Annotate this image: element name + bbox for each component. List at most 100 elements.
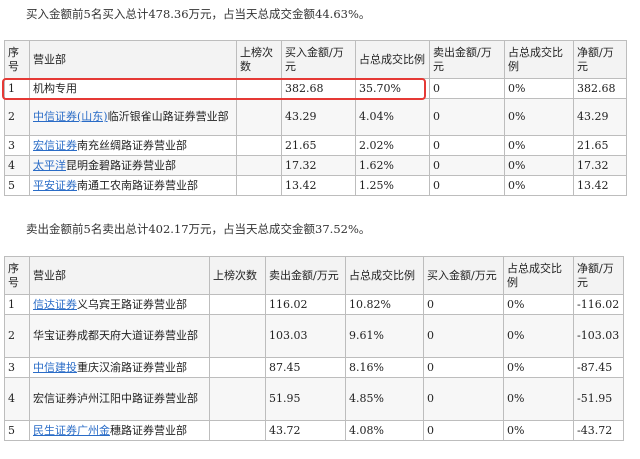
- dept-name: 穗路证券营业部: [110, 423, 187, 437]
- row-dept: 信达证券义乌宾王路证券营业部: [29, 294, 210, 315]
- header-buy-amount: 买入金额/万元: [281, 40, 356, 79]
- table-row: 2 中信证券(山东)临沂银雀山路证券营业部 43.29 4.04% 0 0% 4…: [4, 98, 627, 136]
- table-row: 4 太平洋昆明金碧路证券营业部 17.32 1.62% 0 0% 17.32: [4, 155, 627, 176]
- row-sell-pct: 0%: [504, 155, 574, 176]
- dept-link[interactable]: 民生证券广州金: [33, 424, 110, 437]
- row-sell-amount: 116.02: [265, 294, 346, 315]
- row-net: -116.02: [573, 294, 624, 315]
- header-sell-amount: 卖出金额/万元: [265, 256, 346, 295]
- dept-link[interactable]: 中信证券(山东): [33, 110, 108, 123]
- header-sell-pct: 占总成交比例: [345, 256, 424, 295]
- row-times: [209, 377, 266, 421]
- dept-link[interactable]: 太平洋: [33, 159, 66, 172]
- row-times: [236, 78, 282, 99]
- row-buy-pct: 0%: [503, 357, 574, 378]
- header-net: 净额/万元: [573, 40, 627, 79]
- header-dept: 营业部: [29, 40, 237, 79]
- row-times: [209, 357, 266, 378]
- row-dept: 机构专用: [29, 78, 237, 99]
- dept-link[interactable]: 宏信证券: [33, 139, 77, 152]
- row-sell-pct: 0%: [504, 78, 574, 99]
- header-times: 上榜次数: [236, 40, 282, 79]
- header-net: 净额/万元: [573, 256, 624, 295]
- dept-name: 重庆汉渝路证券营业部: [77, 360, 187, 374]
- row-no: 5: [4, 175, 30, 196]
- row-sell-amount: 0: [429, 155, 505, 176]
- row-buy-pct: 0%: [503, 314, 574, 358]
- table-row: 5 平安证券南通工农南路证券营业部 13.42 1.25% 0 0% 13.42: [4, 175, 627, 196]
- row-net: 21.65: [573, 135, 627, 156]
- row-buy-pct: 4.04%: [355, 98, 430, 136]
- row-buy-amount: 13.42: [281, 175, 356, 196]
- row-dept: 宏信证券南充丝绸路证券营业部: [29, 135, 237, 156]
- row-dept: 民生证券广州金穗路证券营业部: [29, 420, 210, 441]
- row-net: 17.32: [573, 155, 627, 176]
- row-buy-amount: 0: [423, 420, 504, 441]
- row-sell-amount: 87.45: [265, 357, 346, 378]
- row-times: [236, 98, 282, 136]
- row-times: [209, 314, 266, 358]
- row-sell-amount: 0: [429, 135, 505, 156]
- dept-link[interactable]: 中信建投: [33, 361, 77, 374]
- row-dept: 平安证券南通工农南路证券营业部: [29, 175, 237, 196]
- row-sell-amount: 0: [429, 78, 505, 99]
- row-buy-pct: 0%: [503, 294, 574, 315]
- row-buy-amount: 21.65: [281, 135, 356, 156]
- row-net: -51.95: [573, 377, 624, 421]
- header-buy-amount: 买入金额/万元: [423, 256, 504, 295]
- row-buy-pct: 0%: [503, 377, 574, 421]
- row-sell-pct: 4.08%: [345, 420, 424, 441]
- table-row: 3 中信建投重庆汉渝路证券营业部 87.45 8.16% 0 0% -87.45: [4, 357, 624, 378]
- row-times: [209, 294, 266, 315]
- row-dept: 中信建投重庆汉渝路证券营业部: [29, 357, 210, 378]
- buy-summary: 买入金额前5名买入总计478.36万元，占当天总成交金额44.63%。: [26, 7, 371, 21]
- table-row: 4 宏信证券泸州江阳中路证券营业部 51.95 4.85% 0 0% -51.9…: [4, 377, 624, 421]
- row-sell-pct: 0%: [504, 135, 574, 156]
- sell-summary: 卖出金额前5名卖出总计402.17万元，占当天总成交金额37.52%。: [26, 222, 371, 236]
- row-buy-pct: 35.70%: [355, 78, 430, 99]
- dept-name: 华宝证券成都天府大道证券营业部: [33, 329, 198, 342]
- row-net: 382.68: [573, 78, 627, 99]
- header-no: 序号: [4, 40, 30, 79]
- row-buy-amount: 0: [423, 314, 504, 358]
- row-no: 2: [4, 98, 30, 136]
- header-dept: 营业部: [29, 256, 210, 295]
- dept-name: 机构专用: [33, 81, 77, 95]
- header-no: 序号: [4, 256, 30, 295]
- dept-name: 南通工农南路证券营业部: [77, 178, 198, 192]
- row-times: [209, 420, 266, 441]
- row-sell-amount: 103.03: [265, 314, 346, 358]
- row-net: -103.03: [573, 314, 624, 358]
- dept-link[interactable]: 信达证券: [33, 298, 77, 311]
- row-no: 1: [4, 78, 30, 99]
- row-buy-amount: 17.32: [281, 155, 356, 176]
- row-sell-pct: 4.85%: [345, 377, 424, 421]
- row-sell-amount: 0: [429, 98, 505, 136]
- sell-header-row: 序号 营业部 上榜次数 卖出金额/万元 占总成交比例 买入金额/万元 占总成交比…: [4, 256, 624, 295]
- dept-name: 宏信证券泸州江阳中路证券营业部: [33, 392, 198, 405]
- row-no: 4: [4, 155, 30, 176]
- table-row: 1 机构专用 382.68 35.70% 0 0% 382.68: [4, 78, 627, 99]
- row-sell-amount: 43.72: [265, 420, 346, 441]
- header-buy-pct: 占总成交比例: [503, 256, 574, 295]
- row-sell-pct: 8.16%: [345, 357, 424, 378]
- buy-table: 序号 营业部 上榜次数 买入金额/万元 占总成交比例 卖出金额/万元 占总成交比…: [4, 40, 627, 196]
- header-buy-pct: 占总成交比例: [355, 40, 430, 79]
- dept-name: 昆明金碧路证券营业部: [66, 158, 176, 172]
- dept-link[interactable]: 平安证券: [33, 179, 77, 192]
- header-sell-amount: 卖出金额/万元: [429, 40, 505, 79]
- row-buy-pct: 2.02%: [355, 135, 430, 156]
- row-no: 1: [4, 294, 30, 315]
- row-times: [236, 175, 282, 196]
- header-times: 上榜次数: [209, 256, 266, 295]
- dept-name: 南充丝绸路证券营业部: [77, 138, 187, 152]
- header-sell-pct: 占总成交比例: [504, 40, 574, 79]
- row-dept: 宏信证券泸州江阳中路证券营业部: [29, 377, 210, 421]
- row-dept: 华宝证券成都天府大道证券营业部: [29, 314, 210, 358]
- row-no: 4: [4, 377, 30, 421]
- row-sell-pct: 10.82%: [345, 294, 424, 315]
- buy-header-row: 序号 营业部 上榜次数 买入金额/万元 占总成交比例 卖出金额/万元 占总成交比…: [4, 40, 627, 79]
- row-sell-pct: 0%: [504, 98, 574, 136]
- row-net: -87.45: [573, 357, 624, 378]
- table-row: 2 华宝证券成都天府大道证券营业部 103.03 9.61% 0 0% -103…: [4, 314, 624, 358]
